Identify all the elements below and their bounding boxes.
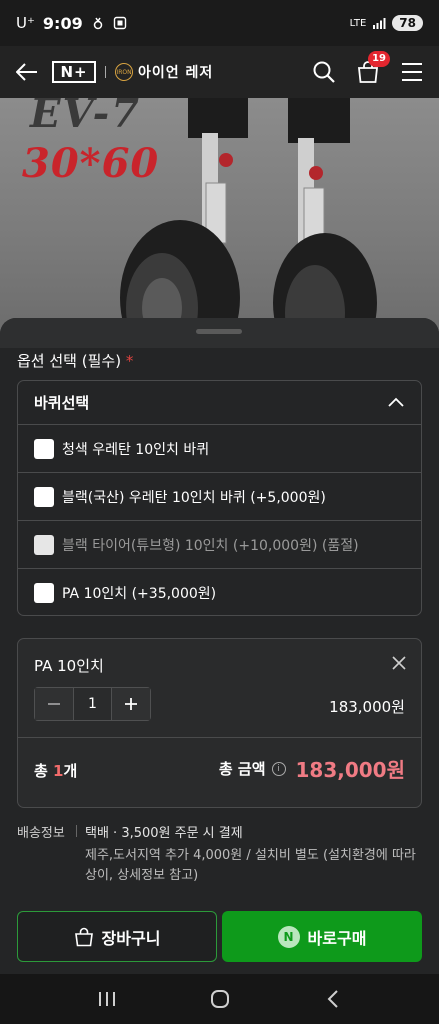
option-item[interactable]: 블랙(국산) 우레탄 10인치 바퀴 (+5,000원) xyxy=(18,473,421,521)
carrier-label: U⁺ xyxy=(16,14,35,32)
add-to-cart-label: 장바구니 xyxy=(101,928,161,948)
selected-option-price: 183,000원 xyxy=(329,698,405,716)
clock: 9:09 xyxy=(42,13,83,33)
shipping-separator xyxy=(76,825,77,837)
arrow-left-icon xyxy=(16,63,37,81)
decrease-quantity-button[interactable] xyxy=(35,688,73,720)
total-amount: 총 금액 i 183,000원 xyxy=(219,754,405,783)
shopping-bag-icon xyxy=(74,927,93,946)
option-item[interactable]: 청색 우레탄 10인치 바퀴 xyxy=(18,425,421,473)
chevron-left-icon xyxy=(327,990,338,1008)
sheet-grabber[interactable] xyxy=(196,329,242,334)
option-title-text: 옵션 선택 (필수) xyxy=(17,352,122,370)
quantity-value[interactable]: 1 xyxy=(73,688,112,720)
close-icon[interactable] xyxy=(391,655,407,671)
search-icon xyxy=(313,61,335,83)
status-left: U⁺ 9:09 xyxy=(16,14,127,33)
required-mark: * xyxy=(125,352,134,370)
shipping-extra-info: 제주,도서지역 추가 4,000원 / 설치비 별도 (설치환경에 따라 상이,… xyxy=(85,848,416,883)
option-checkbox[interactable] xyxy=(34,486,54,507)
buy-now-button[interactable]: N 바로구매 xyxy=(222,911,422,962)
option-item-label: 블랙(국산) 우레탄 10인치 바퀴 (+5,000원) xyxy=(62,489,326,506)
option-checkbox[interactable] xyxy=(34,534,54,555)
store-logo[interactable]: IRON 아이언 레저 xyxy=(115,62,213,82)
total-count-number: 1 xyxy=(53,762,64,780)
total-amount-label: 총 금액 xyxy=(218,760,266,778)
add-to-cart-button[interactable]: 장바구니 xyxy=(17,911,217,962)
store-name: 아이언 레저 xyxy=(138,65,214,81)
option-group-label: 바퀴선택 xyxy=(34,394,90,412)
card-divider xyxy=(18,737,421,738)
back-button[interactable] xyxy=(14,59,40,85)
naver-pay-icon: N xyxy=(277,925,300,948)
plus-icon xyxy=(125,698,137,710)
nplus-logo[interactable]: N+ xyxy=(52,61,96,83)
network-label: LTE xyxy=(349,17,367,29)
selected-option-name: PA 10인치 xyxy=(34,657,104,675)
status-bar: U⁺ 9:09 LTE 78 xyxy=(0,0,439,46)
cart-button[interactable]: 19 xyxy=(355,51,390,85)
header-divider xyxy=(105,66,106,78)
home-icon xyxy=(210,990,229,1008)
screen-capture-icon xyxy=(113,16,126,30)
quantity-stepper: 1 xyxy=(34,687,151,721)
option-item-label: 청색 우레탄 10인치 바퀴 xyxy=(62,441,210,458)
selected-option-card: PA 10인치 1 183,000원 총 1개 총 금액 i 183,000원 xyxy=(17,638,422,808)
hamburger-menu-icon xyxy=(402,63,422,81)
option-dropdown: 바퀴선택 청색 우레탄 10인치 바퀴 블랙(국산) 우레탄 10인치 바퀴 (… xyxy=(17,380,422,616)
total-count-suffix: 개 xyxy=(63,762,78,780)
option-group-header[interactable]: 바퀴선택 xyxy=(18,381,421,425)
total-amount-value: 183,000원 xyxy=(295,758,406,782)
option-item[interactable]: PA 10인치 (+35,000원) xyxy=(18,569,421,617)
app-header: N+ IRON 아이언 레저 19 xyxy=(0,46,439,98)
menu-button[interactable] xyxy=(399,59,425,85)
shipping-label: 배송정보 xyxy=(17,826,65,841)
increase-quantity-button[interactable] xyxy=(112,688,150,720)
recent-apps-button[interactable] xyxy=(92,984,122,1014)
total-count: 총 1개 xyxy=(34,760,77,781)
signal-icon xyxy=(373,18,386,29)
option-bottom-sheet: 옵션 선택 (필수) * 바퀴선택 청색 우레탄 10인치 바퀴 블랙(국산) … xyxy=(0,318,439,974)
option-item-sold-out[interactable]: 블랙 타이어(튜브형) 10인치 (+10,000원) (품절) xyxy=(18,521,421,569)
option-item-label: PA 10인치 (+35,000원) xyxy=(62,586,217,602)
notification-icon xyxy=(93,17,102,30)
battery-level: 78 xyxy=(392,15,423,31)
total-count-prefix: 총 xyxy=(34,762,54,780)
shipping-main-info: 택배 · 3,500원 주문 시 결제 xyxy=(85,826,243,841)
cart-count-badge: 19 xyxy=(368,51,390,67)
chevron-up-icon xyxy=(388,397,404,407)
buy-now-label: 바로구매 xyxy=(307,928,367,948)
option-checkbox[interactable] xyxy=(34,583,54,603)
option-item-label: 블랙 타이어(튜브형) 10인치 (+10,000원) (품절) xyxy=(62,537,359,554)
system-back-button[interactable] xyxy=(318,984,348,1014)
search-button[interactable] xyxy=(311,59,337,85)
store-emblem-icon: IRON xyxy=(115,63,133,81)
option-checkbox[interactable] xyxy=(34,438,54,459)
product-photo-illustration xyxy=(120,98,377,338)
minus-icon xyxy=(48,703,60,705)
recent-apps-icon xyxy=(98,992,115,1006)
header-actions: 19 xyxy=(311,51,425,85)
home-button[interactable] xyxy=(205,984,235,1014)
system-navigation-bar xyxy=(0,974,439,1024)
product-image[interactable]: EV-7 30*60 xyxy=(0,98,439,338)
status-right: LTE 78 xyxy=(350,15,423,31)
option-section-title: 옵션 선택 (필수) * xyxy=(17,350,133,371)
info-icon[interactable]: i xyxy=(271,761,286,776)
